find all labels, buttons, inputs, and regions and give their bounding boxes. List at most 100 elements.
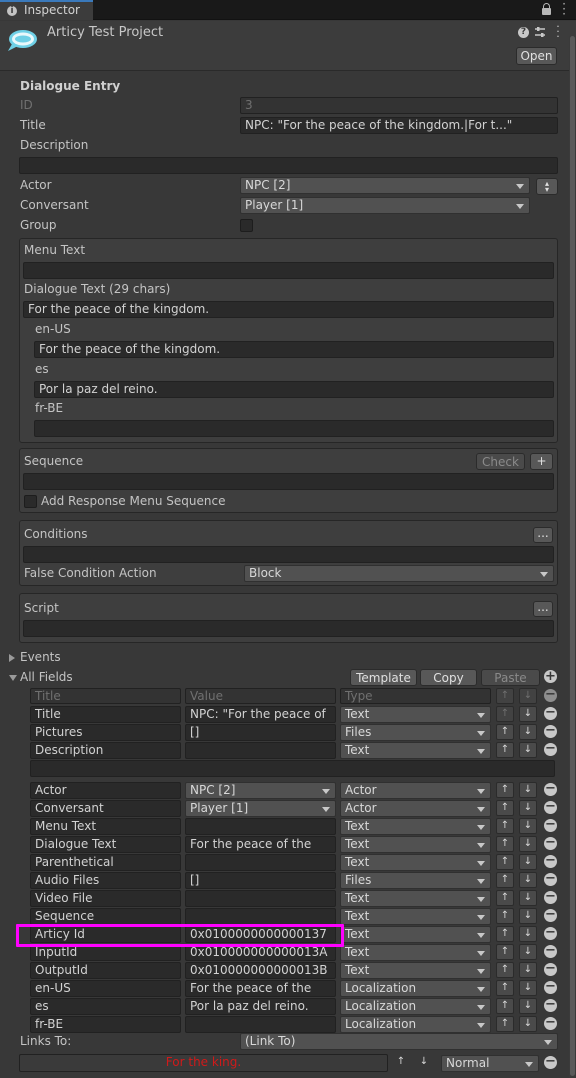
remove-field-icon[interactable]: − — [544, 962, 557, 976]
field-type-dialogue-text[interactable]: Text — [340, 836, 491, 853]
conversant-dropdown[interactable]: Player [1] — [240, 197, 530, 214]
paste-button[interactable]: Paste — [481, 669, 540, 686]
move-down-icon[interactable]: ↓ — [519, 742, 537, 758]
field-title-description[interactable]: Description — [30, 742, 181, 759]
move-up-icon[interactable]: ↑ — [496, 818, 514, 834]
field-type-outputid[interactable]: Text — [340, 962, 491, 979]
move-up-icon[interactable]: ↑ — [496, 1016, 514, 1032]
field-type-conversant[interactable]: Actor — [340, 800, 491, 817]
remove-field-icon[interactable]: − — [544, 782, 557, 796]
description-field[interactable] — [19, 157, 558, 174]
copy-button[interactable]: Copy — [420, 669, 477, 686]
field-title-sequence[interactable]: Sequence — [30, 908, 181, 925]
actor-picker-button[interactable]: ▴ ▾ — [536, 178, 558, 195]
remove-field-icon[interactable]: − — [544, 818, 557, 832]
field-title-title[interactable]: Title — [30, 706, 181, 723]
header-menu-icon[interactable]: · · · — [554, 21, 562, 42]
scrollbar-thumb[interactable] — [570, 36, 575, 1076]
field-type-articy-id[interactable]: Text — [340, 926, 491, 943]
field-title-outputid[interactable]: OutputId — [30, 962, 181, 979]
move-up-icon[interactable]: ↑ — [496, 980, 514, 996]
link-remove-icon[interactable]: − — [544, 1055, 557, 1069]
move-down-icon[interactable]: ↓ — [519, 872, 537, 888]
field-title-parenthetical[interactable]: Parenthetical — [30, 854, 181, 871]
remove-field-icon[interactable]: − — [544, 706, 557, 720]
move-up-icon[interactable]: ↑ — [496, 836, 514, 852]
move-up-icon[interactable]: ↑ — [496, 854, 514, 870]
field-type-video-file[interactable]: Text — [340, 890, 491, 907]
group-checkbox[interactable] — [240, 219, 253, 232]
remove-field-icon[interactable]: − — [544, 854, 557, 868]
field-value-menu-text[interactable] — [185, 818, 336, 835]
field-value-outputid[interactable]: 0x010000000000013B — [185, 962, 336, 979]
field-type-title[interactable]: Text — [340, 706, 491, 723]
move-up-icon[interactable]: ↑ — [496, 890, 514, 906]
field-title-audio-files[interactable]: Audio Files — [30, 872, 181, 889]
remove-field-icon[interactable]: − — [544, 944, 557, 958]
field-type-actor[interactable]: Actor — [340, 782, 491, 799]
add-response-checkbox[interactable] — [24, 495, 37, 508]
move-up-icon[interactable]: ↑ — [496, 962, 514, 978]
field-value-description[interactable] — [185, 742, 336, 759]
move-up-icon[interactable]: ↑ — [496, 706, 514, 722]
remove-field-icon[interactable]: − — [544, 890, 557, 904]
move-down-icon[interactable]: ↓ — [519, 962, 537, 978]
field-title-conversant[interactable]: Conversant — [30, 800, 181, 817]
remove-field-icon[interactable]: − — [544, 1016, 557, 1030]
locale-field-es[interactable]: Por la paz del reino. — [34, 381, 554, 398]
move-down-icon[interactable]: ↓ — [519, 818, 537, 834]
help-icon[interactable]: ? — [518, 27, 529, 38]
move-down-icon[interactable]: ↓ — [519, 782, 537, 798]
all-fields-label[interactable]: All Fields — [20, 670, 73, 684]
field-title-video-file[interactable]: Video File — [30, 890, 181, 907]
move-up-icon[interactable]: ↑ — [496, 998, 514, 1014]
move-up-icon[interactable]: ↑ — [496, 944, 514, 960]
remove-field-icon[interactable]: − — [544, 724, 557, 738]
move-down-icon[interactable]: ↓ — [519, 1016, 537, 1032]
events-label[interactable]: Events — [20, 650, 61, 664]
move-up-icon[interactable]: ↑ — [496, 872, 514, 888]
move-up-icon[interactable]: ↑ — [496, 724, 514, 740]
conditions-more-button[interactable]: ... — [533, 527, 553, 543]
move-down-icon[interactable]: ↓ — [519, 926, 537, 942]
field-value-es[interactable]: Por la paz del reino. — [185, 998, 336, 1015]
events-expand-icon[interactable] — [9, 654, 15, 662]
link-entry-field[interactable]: For the king. — [19, 1054, 388, 1072]
field-value-fr-be[interactable] — [185, 1016, 336, 1033]
template-button[interactable]: Template — [350, 669, 417, 686]
link-move-up-icon[interactable]: ↑ — [392, 1055, 410, 1071]
field-type-parenthetical[interactable]: Text — [340, 854, 491, 871]
move-down-icon[interactable]: ↓ — [519, 836, 537, 852]
field-value-sequence[interactable] — [185, 908, 336, 925]
move-down-icon[interactable]: ↓ — [519, 854, 537, 870]
script-more-button[interactable]: ... — [533, 601, 553, 617]
field-type-en-us[interactable]: Localization — [340, 980, 491, 997]
field-title-dialogue-text[interactable]: Dialogue Text — [30, 836, 181, 853]
vertical-scrollbar[interactable] — [569, 36, 576, 1078]
field-title-fr-be[interactable]: fr-BE — [30, 1016, 181, 1033]
field-value-parenthetical[interactable] — [185, 854, 336, 871]
move-down-icon[interactable]: ↓ — [519, 800, 537, 816]
presets-icon[interactable] — [534, 26, 546, 38]
all-fields-collapse-icon[interactable] — [9, 675, 17, 681]
field-type-es[interactable]: Localization — [340, 998, 491, 1015]
field-title-pictures[interactable]: Pictures — [30, 724, 181, 741]
field-type-menu-text[interactable]: Text — [340, 818, 491, 835]
link-move-down-icon[interactable]: ↓ — [415, 1055, 433, 1071]
remove-field-icon[interactable]: − — [544, 836, 557, 850]
conditions-field[interactable] — [23, 546, 554, 563]
field-value-dialogue-text[interactable]: For the peace of the — [185, 836, 336, 853]
remove-field-icon[interactable]: − — [544, 980, 557, 994]
field-title-es[interactable]: es — [30, 998, 181, 1015]
move-down-icon[interactable]: ↓ — [519, 706, 537, 722]
field-value-conversant[interactable]: Player [1] — [185, 800, 336, 817]
move-up-icon[interactable]: ↑ — [496, 926, 514, 942]
move-up-icon[interactable]: ↑ — [496, 742, 514, 758]
field-value-actor[interactable]: NPC [2] — [185, 782, 336, 799]
links-to-dropdown[interactable]: (Link To) — [240, 1033, 558, 1050]
remove-field-icon[interactable]: − — [544, 908, 557, 922]
field-type-inputid[interactable]: Text — [340, 944, 491, 961]
link-priority-dropdown[interactable]: Normal — [441, 1055, 539, 1072]
move-down-icon[interactable]: ↓ — [519, 890, 537, 906]
remove-field-icon[interactable]: − — [544, 800, 557, 814]
